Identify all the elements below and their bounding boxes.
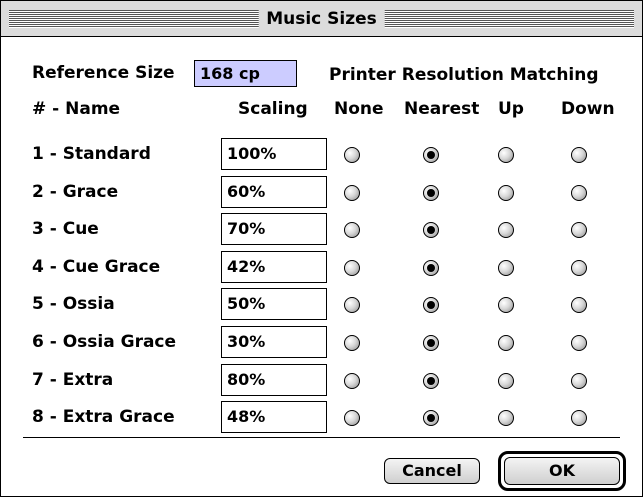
music-sizes-dialog: Music Sizes Reference Size 168 cp Printe…: [0, 0, 643, 497]
size-name-label: 4 - Cue Grace: [32, 256, 161, 277]
scaling-input[interactable]: 30%: [221, 326, 327, 358]
ok-button[interactable]: OK: [504, 457, 620, 485]
radio-nearest[interactable]: [423, 335, 439, 351]
size-name-label: 7 - Extra: [32, 369, 114, 390]
radio-none[interactable]: [344, 147, 360, 163]
title-bar[interactable]: Music Sizes: [1, 1, 642, 37]
radio-up[interactable]: [498, 335, 514, 351]
none-column-header: None: [334, 99, 384, 119]
size-name-label: 1 - Standard: [32, 144, 151, 164]
radio-down[interactable]: [571, 147, 587, 163]
size-row: 8 - Extra Grace 48%: [1, 398, 642, 436]
radio-nearest[interactable]: [423, 297, 439, 314]
scaling-column-header: Scaling: [238, 99, 308, 119]
down-column-header: Down: [561, 99, 615, 119]
reference-size-input[interactable]: 168 cp: [194, 60, 297, 87]
scaling-input[interactable]: 60%: [221, 175, 327, 208]
window-title: Music Sizes: [258, 7, 385, 31]
radio-up[interactable]: [498, 184, 514, 201]
size-row: 5 - Ossia 50%: [1, 285, 642, 323]
radio-down[interactable]: [571, 259, 587, 276]
radio-nearest[interactable]: [423, 410, 439, 427]
nearest-column-header: Nearest: [404, 99, 480, 119]
radio-down[interactable]: [571, 410, 587, 427]
radio-down[interactable]: [571, 184, 587, 201]
size-name-label: 3 - Cue: [32, 219, 99, 240]
radio-down[interactable]: [571, 297, 587, 314]
scaling-input[interactable]: 80%: [221, 363, 327, 396]
radio-nearest[interactable]: [423, 147, 439, 163]
size-name-label: 2 - Grace: [32, 181, 119, 202]
radio-down[interactable]: [571, 222, 587, 239]
radio-nearest[interactable]: [423, 222, 439, 239]
radio-up[interactable]: [498, 410, 514, 427]
cancel-button[interactable]: Cancel: [384, 458, 480, 484]
size-name-label: 6 - Ossia Grace: [32, 332, 177, 352]
radio-none[interactable]: [344, 259, 360, 276]
name-column-header: # - Name: [32, 99, 121, 119]
size-row: 1 - Standard 100%: [1, 135, 642, 173]
scaling-input[interactable]: 42%: [221, 250, 327, 283]
size-row: 7 - Extra 80%: [1, 361, 642, 399]
scaling-input[interactable]: 48%: [221, 401, 327, 434]
scaling-input[interactable]: 50%: [221, 288, 327, 321]
printer-resolution-matching-heading: Printer Resolution Matching: [329, 65, 599, 85]
size-row: 2 - Grace 60%: [1, 173, 642, 211]
radio-up[interactable]: [498, 297, 514, 314]
radio-none[interactable]: [344, 335, 360, 351]
radio-nearest[interactable]: [423, 184, 439, 201]
size-row: 6 - Ossia Grace 30%: [1, 323, 642, 361]
up-column-header: Up: [498, 99, 524, 119]
radio-none[interactable]: [344, 410, 360, 427]
radio-nearest[interactable]: [423, 372, 439, 389]
radio-none[interactable]: [344, 372, 360, 389]
radio-none[interactable]: [344, 222, 360, 239]
size-name-label: 5 - Ossia: [32, 294, 115, 315]
scaling-input[interactable]: 70%: [221, 213, 327, 246]
radio-none[interactable]: [344, 184, 360, 201]
scaling-input[interactable]: 100%: [221, 138, 327, 170]
radio-nearest[interactable]: [423, 259, 439, 276]
radio-up[interactable]: [498, 147, 514, 163]
radio-up[interactable]: [498, 372, 514, 389]
radio-up[interactable]: [498, 259, 514, 276]
radio-none[interactable]: [344, 297, 360, 314]
size-row: 3 - Cue 70%: [1, 210, 642, 248]
radio-up[interactable]: [498, 222, 514, 239]
separator: [23, 437, 620, 438]
radio-down[interactable]: [571, 372, 587, 389]
reference-size-label: Reference Size: [32, 63, 175, 83]
radio-down[interactable]: [571, 335, 587, 351]
size-name-label: 8 - Extra Grace: [32, 407, 175, 428]
size-row: 4 - Cue Grace 42%: [1, 248, 642, 286]
